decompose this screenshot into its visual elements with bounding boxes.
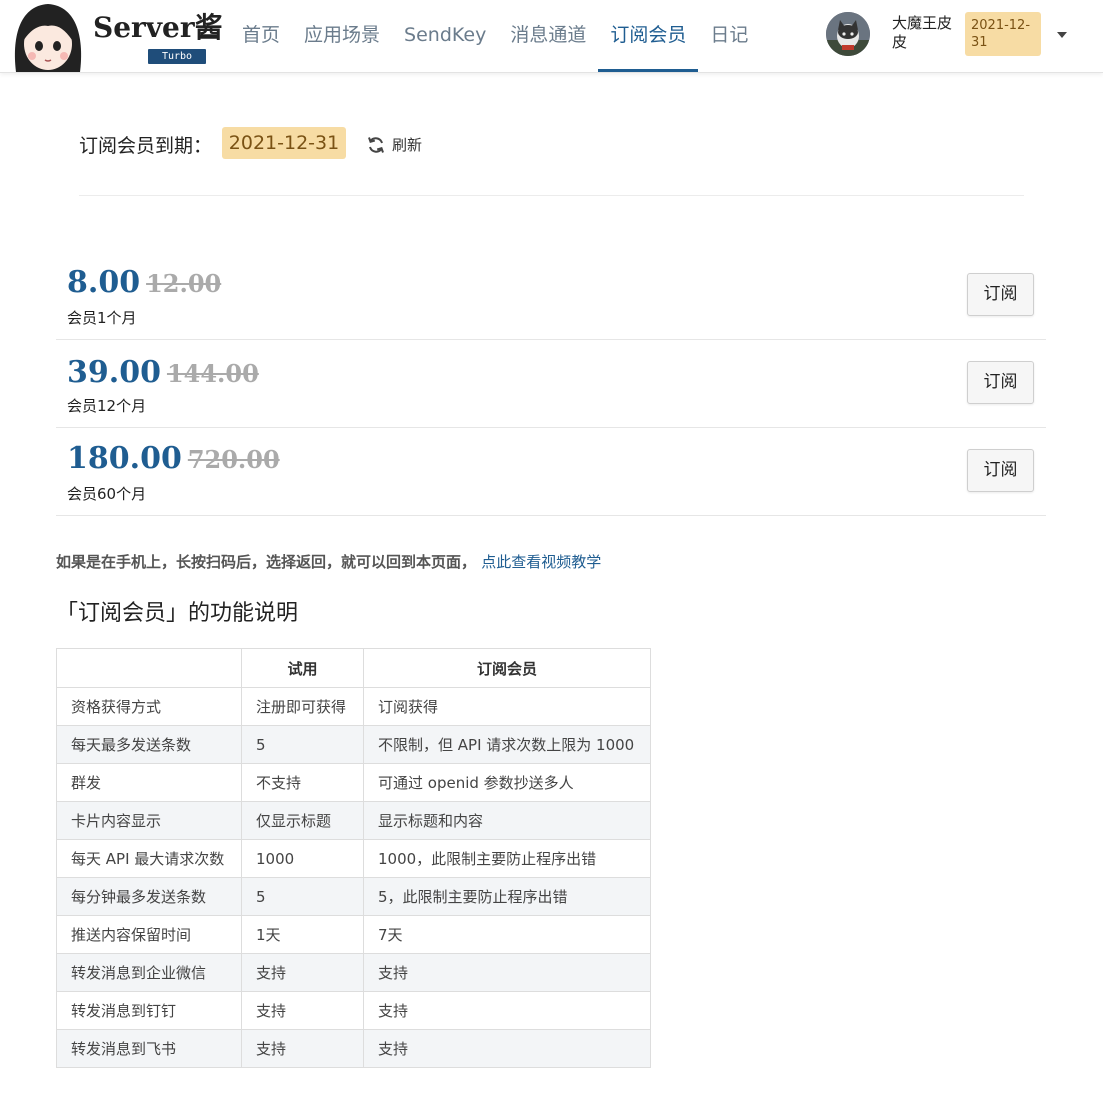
table-cell: 转发消息到钉钉 [56, 991, 242, 1030]
user-name[interactable]: 大魔王皮皮 [892, 14, 958, 52]
table-cell: 每天最多发送条数 [56, 725, 242, 764]
table-header-row: 试用 订阅会员 [56, 648, 651, 688]
table-row: 卡片内容显示 仅显示标题 显示标题和内容 [56, 801, 651, 840]
hint-text: 如果是在手机上，长按扫码后，选择返回，就可以回到本页面， [56, 553, 477, 571]
plan-price: 8.00 12.00 [67, 265, 221, 300]
table-cell: 支持 [363, 991, 651, 1030]
plan-desc: 会员1个月 [67, 309, 137, 327]
logo-text[interactable]: Server酱 [93, 6, 223, 46]
table-cell: 支持 [363, 953, 651, 992]
table-row: 群发 不支持 可通过 openid 参数抄送多人 [56, 763, 651, 802]
plan-row: 8.00 12.00 会员1个月 订阅 [56, 251, 1046, 340]
divider [79, 195, 1024, 196]
logo-badge: Turbo [148, 49, 206, 64]
table-cell: 1000 [241, 839, 364, 878]
table-row: 每天最多发送条数 5 不限制，但 API 请求次数上限为 1000 [56, 725, 651, 764]
table-cell: 5，此限制主要防止程序出错 [363, 877, 651, 916]
table-cell: 转发消息到飞书 [56, 1029, 242, 1068]
plan-desc: 会员60个月 [67, 485, 147, 503]
user-expiry-badge: 2021-12-31 [965, 12, 1041, 56]
table-cell: 订阅获得 [363, 687, 651, 726]
table-header: 订阅会员 [363, 648, 651, 688]
plan-row: 180.00 720.00 会员60个月 订阅 [56, 427, 1046, 516]
table-row: 资格获得方式 注册即可获得 订阅获得 [56, 687, 651, 726]
table-cell: 不限制，但 API 请求次数上限为 1000 [363, 725, 651, 764]
plan-price-original: 144.00 [166, 359, 259, 388]
plan-price: 39.00 144.00 [67, 355, 259, 390]
nav-item-channels[interactable]: 消息通道 [498, 0, 598, 72]
table-cell: 不支持 [241, 763, 364, 802]
plan-price-current: 180.00 [67, 441, 182, 476]
table-header: 试用 [241, 648, 364, 688]
caret-down-icon[interactable] [1057, 32, 1067, 38]
table-row: 转发消息到飞书 支持 支持 [56, 1029, 651, 1068]
table-header [56, 648, 242, 688]
nav-item-diary[interactable]: 日记 [698, 0, 760, 72]
table-row: 推送内容保留时间 1天 7天 [56, 915, 651, 954]
logo-mascot-icon[interactable] [10, 0, 86, 72]
table-cell: 群发 [56, 763, 242, 802]
table-row: 每天 API 最大请求次数 1000 1000，此限制主要防止程序出错 [56, 839, 651, 878]
table-cell: 支持 [241, 1029, 364, 1068]
nav-item-sendkey[interactable]: SendKey [392, 0, 498, 72]
table-cell: 5 [241, 725, 364, 764]
avatar[interactable] [826, 12, 870, 56]
plan-desc: 会员12个月 [67, 397, 147, 415]
table-cell: 支持 [241, 991, 364, 1030]
refresh-label: 刷新 [392, 136, 423, 154]
subscribe-button[interactable]: 订阅 [967, 273, 1034, 316]
table-cell: 仅显示标题 [241, 801, 364, 840]
table-cell: 可通过 openid 参数抄送多人 [363, 763, 651, 802]
plan-price-original: 12.00 [146, 269, 222, 298]
nav-item-membership[interactable]: 订阅会员 [598, 0, 699, 72]
features-table: 试用 订阅会员 资格获得方式 注册即可获得 订阅获得 每天最多发送条数 5 不限… [56, 648, 651, 1068]
table-row: 转发消息到钉钉 支持 支持 [56, 991, 651, 1030]
main-nav: 首页 应用场景 SendKey 消息通道 订阅会员 日记 [230, 0, 760, 72]
features-title: 「订阅会员」的功能说明 [56, 601, 299, 626]
table-cell: 资格获得方式 [56, 687, 242, 726]
table-cell: 每分钟最多发送条数 [56, 877, 242, 916]
plan-price-current: 39.00 [67, 355, 161, 390]
table-row: 每分钟最多发送条数 5 5，此限制主要防止程序出错 [56, 877, 651, 916]
table-row: 转发消息到企业微信 支持 支持 [56, 953, 651, 992]
expiry-label: 订阅会员到期： [79, 135, 213, 157]
plan-price-original: 720.00 [187, 445, 280, 474]
plan-price: 180.00 720.00 [67, 441, 280, 476]
table-cell: 卡片内容显示 [56, 801, 242, 840]
subscribe-button[interactable]: 订阅 [967, 361, 1034, 404]
table-cell: 转发消息到企业微信 [56, 953, 242, 992]
table-cell: 1天 [241, 915, 364, 954]
table-cell: 每天 API 最大请求次数 [56, 839, 242, 878]
subscribe-button[interactable]: 订阅 [967, 449, 1034, 492]
refresh-icon [368, 136, 384, 153]
video-tutorial-link[interactable]: 点此查看视频教学 [481, 553, 601, 571]
table-cell: 注册即可获得 [241, 687, 364, 726]
table-cell: 显示标题和内容 [363, 801, 651, 840]
refresh-button[interactable]: 刷新 [366, 134, 422, 155]
table-cell: 1000，此限制主要防止程序出错 [363, 839, 651, 878]
expiry-date-badge: 2021-12-31 [222, 127, 346, 159]
plan-price-current: 8.00 [67, 265, 141, 300]
nav-item-home[interactable]: 首页 [230, 0, 292, 72]
mobile-hint: 如果是在手机上，长按扫码后，选择返回，就可以回到本页面， 点此查看视频教学 [56, 551, 601, 572]
nav-item-scenarios[interactable]: 应用场景 [292, 0, 392, 72]
table-cell: 支持 [363, 1029, 651, 1068]
table-cell: 5 [241, 877, 364, 916]
top-navbar: Server酱 Turbo 首页 应用场景 SendKey 消息通道 订阅会员 … [0, 0, 1103, 73]
plan-row: 39.00 144.00 会员12个月 订阅 [56, 339, 1046, 428]
table-cell: 推送内容保留时间 [56, 915, 242, 954]
table-cell: 支持 [241, 953, 364, 992]
table-cell: 7天 [363, 915, 651, 954]
